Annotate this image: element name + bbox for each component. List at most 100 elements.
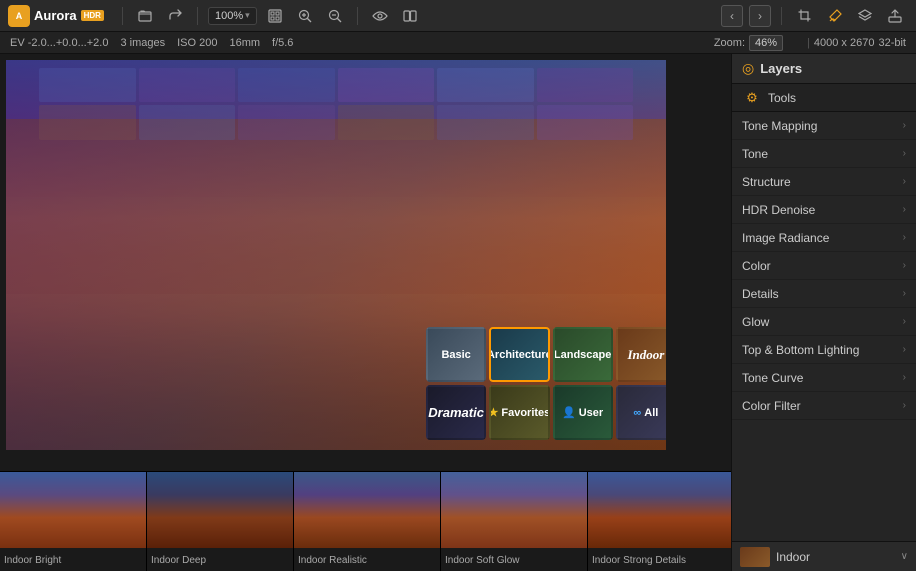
panel-item-label-3: HDR Denoise (742, 203, 815, 217)
dropdown-label: Indoor (776, 550, 810, 564)
panel-item-label-6: Details (742, 287, 779, 301)
film-label-3: Indoor Soft Glow (441, 548, 587, 571)
panel-arrow-10: › (903, 400, 906, 411)
panel-item-hdr-denoise[interactable]: HDR Denoise › (732, 196, 916, 224)
canvas-area: Basic Architecture Landscape Indoor Dram… (0, 54, 731, 571)
film-label-2: Indoor Realistic (294, 548, 440, 571)
zoom-fit-button[interactable] (263, 4, 287, 28)
film-item-4[interactable]: Indoor Strong Details (588, 472, 731, 571)
separator-3 (357, 7, 358, 25)
film-item-3[interactable]: Indoor Soft Glow (441, 472, 588, 571)
panel-item-details[interactable]: Details › (732, 280, 916, 308)
preset-indoor[interactable]: Indoor (616, 327, 666, 382)
layers-icon-btn[interactable] (852, 3, 878, 29)
film-label-0: Indoor Bright (0, 548, 146, 571)
panel-item-label-4: Image Radiance (742, 231, 829, 245)
user-icon: 👤 (562, 406, 576, 419)
hdr-badge: HDR (81, 10, 104, 21)
logo-icon: A (8, 5, 30, 27)
toolbar-right: ‹ › (721, 3, 908, 29)
main-image: Basic Architecture Landscape Indoor Dram… (6, 60, 666, 450)
zoom-in-button[interactable] (293, 4, 317, 28)
export-icon-btn[interactable] (882, 3, 908, 29)
preset-landscape[interactable]: Landscape (553, 327, 613, 382)
panel-item-tone-mapping[interactable]: Tone Mapping › (732, 112, 916, 140)
zoom-dropdown-icon: ▾ (245, 10, 250, 21)
panel-item-top-bottom-lighting[interactable]: Top & Bottom Lighting › (732, 336, 916, 364)
bit-depth-info: 32-bit (878, 37, 906, 49)
panel-item-tone-curve[interactable]: Tone Curve › (732, 364, 916, 392)
filmstrip: Indoor Bright Indoor Deep Indoor Realist… (0, 471, 731, 571)
layers-header-icon: ◎ (742, 60, 754, 77)
separator-2 (197, 7, 198, 25)
crop-icon[interactable] (792, 3, 818, 29)
brush-icon[interactable] (822, 3, 848, 29)
zoom-out-button[interactable] (323, 4, 347, 28)
dropdown-arrow: ∨ (901, 551, 908, 562)
panel-item-label-9: Tone Curve (742, 371, 803, 385)
zoom-display: 100% ▾ (208, 7, 257, 25)
eye-button[interactable] (368, 4, 392, 28)
right-icons (792, 3, 908, 29)
panel-arrow-2: › (903, 176, 906, 187)
iso-info: ISO 200 (177, 37, 217, 49)
separator-1 (122, 7, 123, 25)
panel-item-color[interactable]: Color › (732, 252, 916, 280)
panel-item-label-10: Color Filter (742, 399, 801, 413)
panel-header: ◎ Layers (732, 54, 916, 84)
panel-item-label-0: Tone Mapping (742, 119, 817, 133)
panel-arrow-4: › (903, 232, 906, 243)
film-thumb-2 (294, 472, 440, 548)
panel-item-label-7: Glow (742, 315, 769, 329)
star-icon: ★ (489, 406, 498, 419)
preset-dramatic[interactable]: Dramatic (426, 385, 486, 440)
film-thumb-1 (147, 472, 293, 548)
compare-button[interactable] (398, 4, 422, 28)
preset-favorites[interactable]: ★ Favorites (489, 385, 549, 440)
panel-item-glow[interactable]: Glow › (732, 308, 916, 336)
preset-architecture[interactable]: Architecture (489, 327, 549, 382)
preset-all[interactable]: ∞ All (616, 385, 666, 440)
film-item-2[interactable]: Indoor Realistic (294, 472, 441, 571)
infinity-icon: ∞ (633, 407, 641, 419)
panel-arrow-3: › (903, 204, 906, 215)
panel-arrow-0: › (903, 120, 906, 131)
open-button[interactable] (133, 4, 157, 28)
film-item-1[interactable]: Indoor Deep (147, 472, 294, 571)
panel-dropdown[interactable]: Indoor ∨ (732, 541, 916, 571)
film-thumb-3 (441, 472, 587, 548)
ev-info: EV -2.0...+0.0...+2.0 (10, 37, 108, 49)
dimensions-info: 4000 x 2670 (814, 37, 875, 49)
panel-arrow-1: › (903, 148, 906, 159)
app-name: Aurora (34, 8, 77, 23)
share-button[interactable] (163, 4, 187, 28)
panel-arrow-8: › (903, 344, 906, 355)
panel-arrow-9: › (903, 372, 906, 383)
back-button[interactable]: ‹ (721, 5, 743, 27)
preset-user[interactable]: 👤 User (553, 385, 613, 440)
film-item-0[interactable]: Indoor Bright (0, 472, 147, 571)
aperture-info: f/5.6 (272, 37, 293, 49)
panel-item-label-1: Tone (742, 147, 768, 161)
right-panel: ◎ Layers ⚙ Tools Tone Mapping › Tone › S… (731, 54, 916, 571)
film-label-4: Indoor Strong Details (588, 548, 731, 571)
separator-4 (781, 7, 782, 25)
zoom-percent: 46% (749, 35, 783, 51)
settings-tool-icon[interactable]: ⚙ (742, 88, 762, 108)
top-toolbar: A Aurora HDR 100% ▾ ‹ › (0, 0, 916, 32)
preset-basic[interactable]: Basic (426, 327, 486, 382)
panel-arrow-7: › (903, 316, 906, 327)
panel-title: Layers (760, 61, 802, 76)
panel-item-tone[interactable]: Tone › (732, 140, 916, 168)
info-bar: EV -2.0...+0.0...+2.0 3 images ISO 200 1… (0, 32, 916, 54)
panel-item-label-2: Structure (742, 175, 791, 189)
forward-button[interactable]: › (749, 5, 771, 27)
panel-arrow-6: › (903, 288, 906, 299)
zoom-label: Zoom: (714, 37, 745, 49)
panel-arrow-5: › (903, 260, 906, 271)
panel-item-color-filter[interactable]: Color Filter › (732, 392, 916, 420)
panel-list: Tone Mapping › Tone › Structure › HDR De… (732, 112, 916, 541)
panel-item-structure[interactable]: Structure › (732, 168, 916, 196)
panel-item-image-radiance[interactable]: Image Radiance › (732, 224, 916, 252)
zoom-value: 100% (215, 10, 243, 22)
